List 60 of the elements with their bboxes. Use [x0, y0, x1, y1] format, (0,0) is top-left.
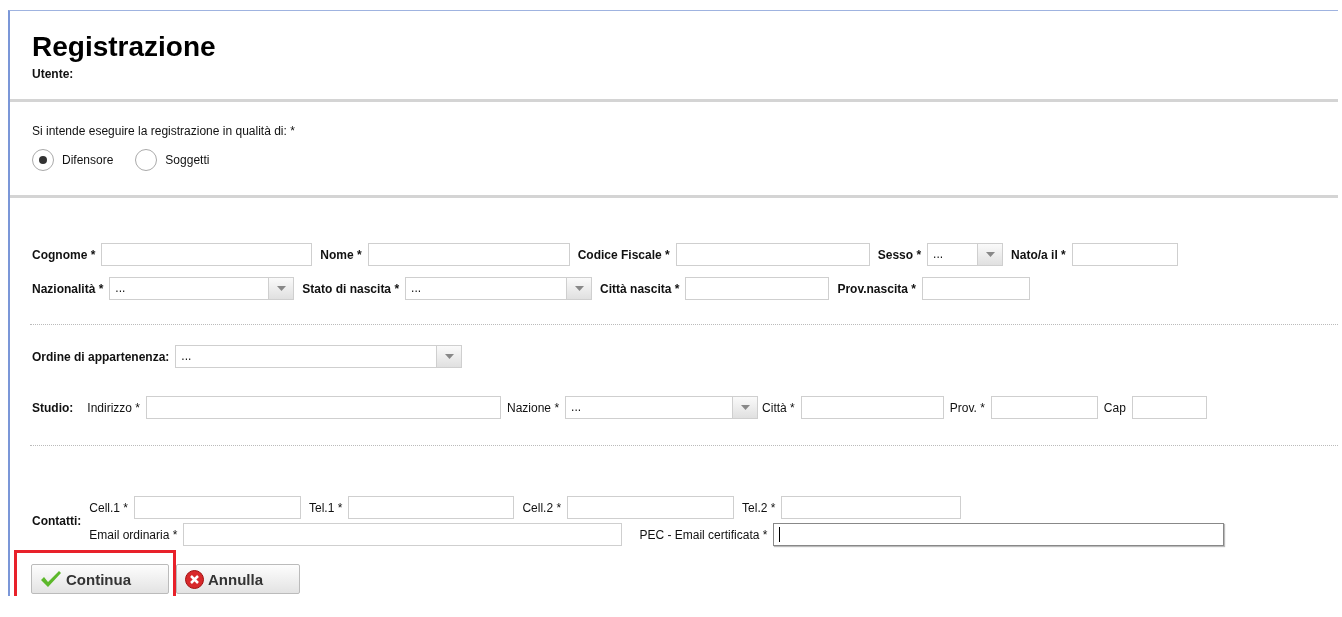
text-field[interactable]: [134, 496, 301, 519]
section-label: Studio:: [32, 400, 74, 415]
user-label: Utente:: [32, 67, 75, 81]
radio-label: Difensore: [62, 153, 114, 167]
check-icon: [40, 570, 62, 588]
select-field[interactable]: ...: [175, 345, 463, 368]
question-text: Si intende eseguire la registrazione in qualità di: *: [32, 124, 296, 138]
field-label: Indirizzo *: [87, 400, 140, 415]
radio-button[interactable]: [135, 149, 158, 171]
field-label: Prov.nascita *: [837, 281, 916, 296]
field-label: Cap: [1103, 400, 1126, 415]
field-label: Nato/a il *: [1011, 247, 1066, 262]
field-label: Tel.1 *: [309, 500, 343, 515]
field-label: Cell.2 *: [522, 500, 562, 515]
text-field[interactable]: [921, 277, 1030, 300]
continue-button[interactable]: Continua: [31, 564, 169, 594]
field-label: Nazionalità *: [32, 281, 104, 296]
caret-icon: [574, 286, 584, 291]
cancel-button[interactable]: Annulla: [176, 564, 300, 594]
select-field[interactable]: ...: [109, 277, 295, 300]
field-label: PEC - Email certificata *: [639, 527, 768, 542]
field-label: Stato di nascita *: [302, 281, 400, 296]
select-field[interactable]: ...: [405, 277, 593, 300]
caret-icon: [276, 286, 286, 291]
caret-icon: [985, 252, 995, 257]
page-title: Registrazione: [32, 31, 217, 63]
text-field[interactable]: [367, 243, 570, 266]
section-label: Contatti:: [32, 514, 82, 528]
text-field[interactable]: [1071, 243, 1178, 266]
text-field[interactable]: [675, 243, 870, 266]
field-label: Sesso *: [877, 247, 922, 262]
field-label: Prov. *: [949, 400, 985, 415]
field-label: Città nascita *: [600, 281, 680, 296]
text-field[interactable]: [773, 523, 1225, 546]
text-field[interactable]: [567, 496, 735, 519]
text-field[interactable]: [146, 396, 501, 419]
select-field[interactable]: ...: [927, 243, 1004, 266]
text-field[interactable]: [781, 496, 962, 519]
field-label: Cognome *: [32, 247, 96, 262]
text-field[interactable]: [685, 277, 830, 300]
text-field[interactable]: [1131, 396, 1207, 419]
select-field[interactable]: ...: [565, 396, 759, 419]
text-field[interactable]: [348, 496, 515, 519]
field-label: Email ordinaria *: [89, 527, 178, 542]
field-label: Cell.1 *: [89, 500, 128, 515]
field-label: Tel.2 *: [742, 500, 776, 515]
text-field[interactable]: [183, 523, 623, 546]
field-label: Ordine di appartenenza:: [32, 349, 170, 364]
text-field[interactable]: [800, 396, 944, 419]
caret-icon: [444, 354, 454, 359]
field-label: Codice Fiscale *: [577, 247, 670, 262]
radio-button[interactable]: [32, 149, 54, 171]
cancel-icon: [185, 569, 204, 589]
field-label: Città *: [762, 400, 795, 415]
field-label: Nazione *: [507, 400, 560, 415]
text-field[interactable]: [990, 396, 1098, 419]
radio-label: Soggetti: [165, 153, 210, 167]
caret-icon: [740, 405, 750, 410]
field-label: Nome *: [320, 247, 362, 262]
text-field[interactable]: [101, 243, 313, 266]
